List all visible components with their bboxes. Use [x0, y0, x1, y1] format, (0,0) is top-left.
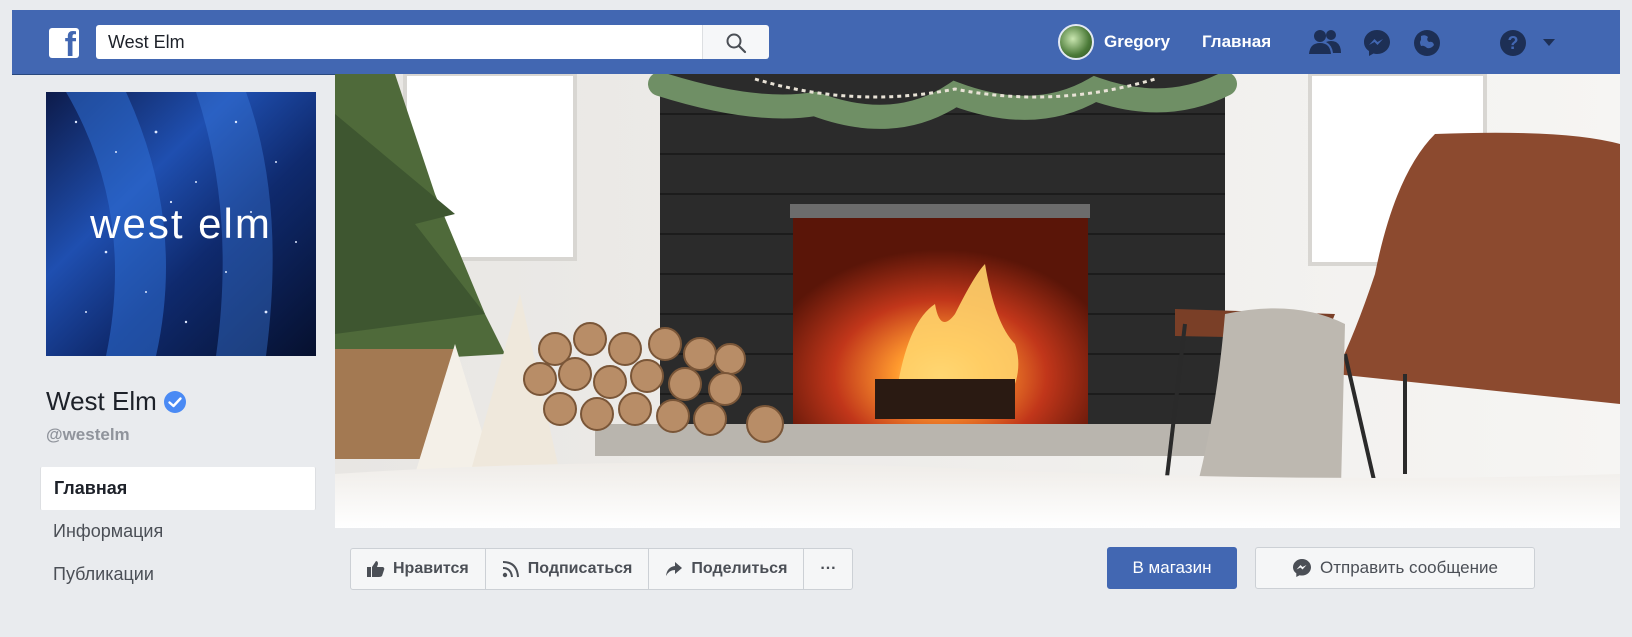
cover-photo-image	[335, 74, 1620, 528]
share-label: Поделиться	[691, 560, 788, 577]
profile-picture-image: west elm	[46, 92, 316, 356]
side-nav-home[interactable]: Главная	[40, 467, 316, 510]
send-message-button[interactable]: Отправить сообщение	[1255, 547, 1535, 589]
share-arrow-icon	[666, 562, 683, 576]
page-name-text: West Elm	[46, 386, 157, 416]
side-nav-posts[interactable]: Публикации	[40, 553, 316, 596]
profile-picture[interactable]: west elm	[46, 92, 316, 356]
send-message-label: Отправить сообщение	[1320, 558, 1498, 577]
search-input[interactable]	[96, 25, 710, 59]
more-options-button[interactable]: ···	[804, 549, 852, 589]
facebook-logo-icon[interactable]: f	[49, 28, 79, 58]
more-options-icon: ···	[820, 560, 837, 577]
search-box[interactable]	[96, 25, 758, 59]
rss-follow-icon	[502, 561, 519, 578]
globe-icon[interactable]	[1412, 28, 1442, 58]
shop-button[interactable]: В магазин	[1107, 547, 1237, 589]
user-name-link[interactable]: Gregory	[1104, 32, 1170, 52]
user-avatar[interactable]	[1058, 24, 1094, 60]
friends-icon[interactable]	[1308, 28, 1342, 56]
messenger-icon[interactable]	[1362, 28, 1392, 58]
home-link[interactable]: Главная	[1202, 32, 1271, 52]
svg-text:west elm: west elm	[89, 200, 272, 247]
svg-text:?: ?	[1508, 33, 1519, 53]
page-action-bar: Нравится Подписаться Поделиться ···	[350, 548, 854, 590]
side-nav-info[interactable]: Информация	[40, 510, 316, 553]
thumbs-up-icon	[367, 561, 385, 577]
follow-label: Подписаться	[527, 560, 633, 577]
help-icon[interactable]: ?	[1498, 28, 1528, 58]
verified-badge-icon	[163, 390, 186, 413]
page-title: West Elm	[46, 386, 187, 417]
messenger-icon	[1293, 559, 1312, 577]
search-icon	[726, 33, 747, 54]
like-label: Нравится	[393, 560, 469, 577]
like-button[interactable]: Нравится	[351, 549, 486, 589]
chevron-down-icon[interactable]	[1542, 38, 1556, 48]
share-button[interactable]: Поделиться	[649, 549, 805, 589]
cover-photo[interactable]	[335, 74, 1620, 528]
top-navigation-bar: f Gregory Главная ?	[12, 10, 1620, 75]
page-side-navigation: Главная Информация Публикации	[40, 467, 316, 596]
follow-button[interactable]: Подписаться	[486, 549, 650, 589]
page-handle[interactable]: @westelm	[46, 425, 130, 445]
search-button[interactable]	[702, 25, 769, 59]
